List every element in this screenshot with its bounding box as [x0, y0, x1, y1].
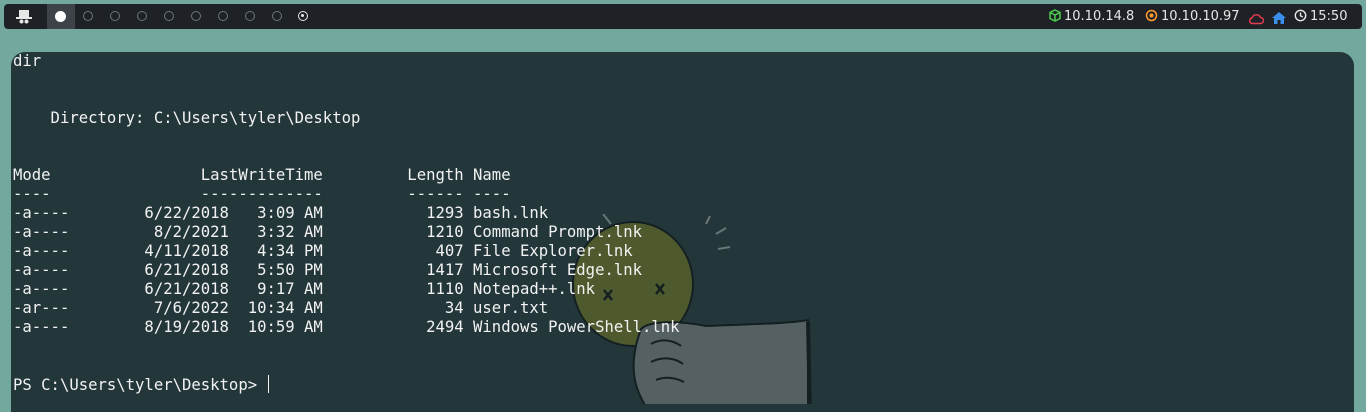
workspace-5[interactable] [164, 11, 174, 21]
workspace-4[interactable] [137, 11, 147, 21]
workspace-8[interactable] [245, 11, 255, 21]
directory-line: Directory: C:\Users\tyler\Desktop [13, 109, 361, 127]
terminal-output: dir Directory: C:\Users\tyler\Desktop Mo… [13, 52, 680, 395]
home-icon[interactable] [1272, 10, 1286, 26]
cube-icon [1049, 9, 1061, 22]
table-row: -a---- 6/21/2018 5:50 PM 1417 Microsoft … [13, 261, 643, 279]
workspace-6[interactable] [191, 11, 201, 21]
table-row: -a---- 8/2/2021 3:32 AM 1210 Command Pro… [13, 223, 643, 241]
workspace-10[interactable] [298, 11, 308, 21]
command-line: dir [13, 52, 42, 70]
clock: 15:50 [1294, 9, 1347, 25]
cloud-icon [1248, 13, 1264, 25]
target-icon [1145, 9, 1158, 22]
clock-text: 15:50 [1310, 9, 1348, 24]
workspace-1[interactable] [55, 11, 66, 22]
terminal-window[interactable]: dir Directory: C:\Users\tyler\Desktop Mo… [11, 52, 1354, 412]
top-bar: 10.10.14.8 10.10.10.97 15:50 [4, 4, 1362, 29]
table-row: -a---- 6/22/2018 3:09 AM 1293 bash.lnk [13, 204, 549, 222]
hat-icon[interactable] [16, 8, 32, 24]
text-cursor[interactable] [268, 375, 270, 393]
target-ip-indicator: 10.10.10.97 [1145, 9, 1240, 25]
target-ip-text: 10.10.10.97 [1161, 9, 1240, 24]
workspace-3[interactable] [110, 11, 120, 21]
workspace-9[interactable] [272, 11, 282, 21]
table-row: -a---- 6/21/2018 9:17 AM 1110 Notepad++.… [13, 280, 596, 298]
prompt: PS C:\Users\tyler\Desktop> [13, 376, 267, 394]
table-header-underline: ---- ------------- ------ ---- [13, 185, 511, 203]
table-row: -a---- 8/19/2018 10:59 AM 2494 Windows P… [13, 318, 680, 336]
vpn-ip-indicator: 10.10.14.8 [1049, 9, 1134, 25]
table-row: -a---- 4/11/2018 4:34 PM 407 File Explor… [13, 242, 633, 260]
workspace-7[interactable] [218, 11, 228, 21]
vpn-ip-text: 10.10.14.8 [1064, 9, 1135, 24]
workspace-2[interactable] [83, 11, 93, 21]
table-header: Mode LastWriteTime Length Name [13, 166, 511, 184]
table-row: -ar--- 7/6/2022 10:34 AM 34 user.txt [13, 299, 549, 317]
clock-icon [1294, 9, 1307, 22]
